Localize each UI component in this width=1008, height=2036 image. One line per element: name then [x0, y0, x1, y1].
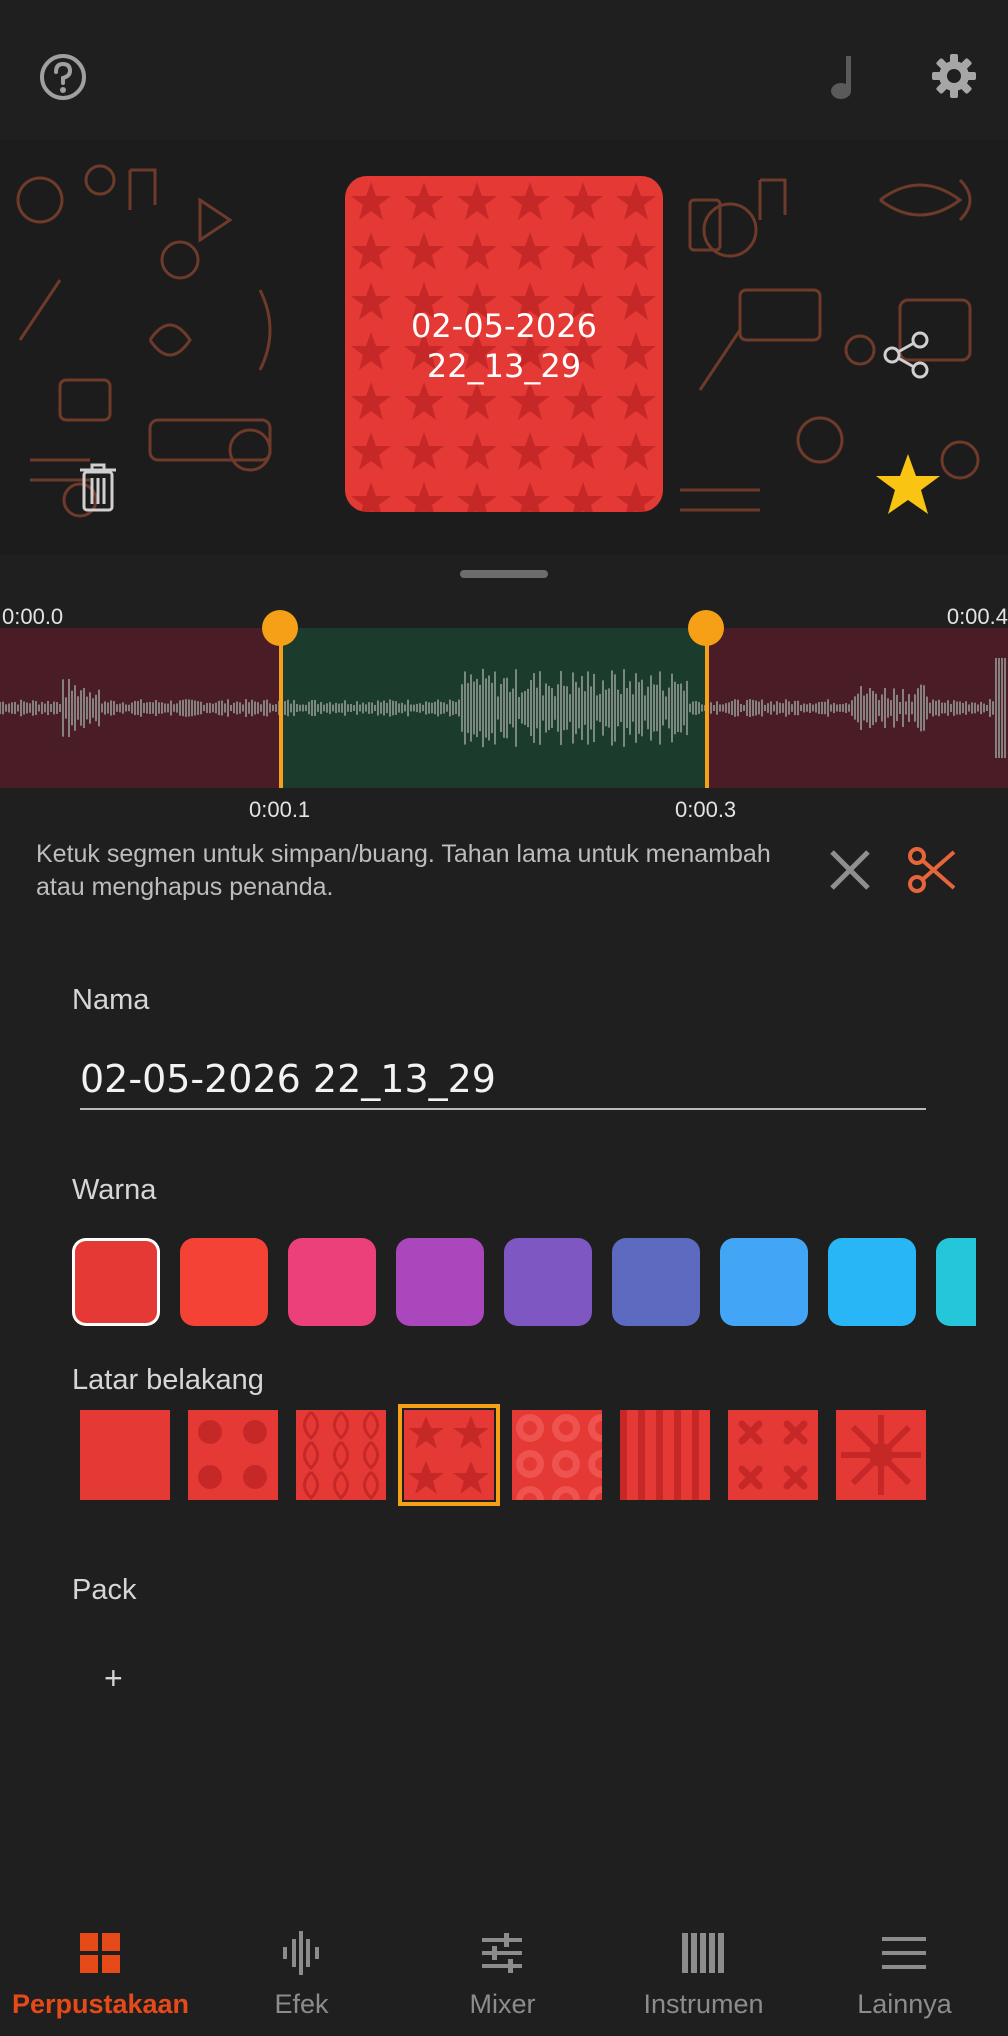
selected-pattern-outline	[398, 1404, 500, 1506]
share-icon[interactable]	[882, 330, 932, 380]
color-swatch[interactable]	[396, 1238, 484, 1326]
background-pattern-crosses[interactable]	[728, 1410, 818, 1500]
background-pattern-dots[interactable]	[188, 1410, 278, 1500]
pack-label: Pack	[72, 1574, 137, 1606]
name-label: Nama	[72, 984, 150, 1016]
marker-left-line	[279, 628, 283, 788]
background-pattern-solid[interactable]	[80, 1410, 170, 1500]
trim-scissors-icon[interactable]	[906, 844, 958, 896]
help-icon[interactable]	[38, 52, 88, 102]
sliders-icon	[482, 1933, 522, 1973]
top-bar	[0, 0, 1008, 140]
color-label: Warna	[72, 1174, 157, 1206]
color-swatch[interactable]	[504, 1238, 592, 1326]
background-pattern-tiles[interactable]	[296, 1410, 386, 1500]
close-icon[interactable]	[826, 846, 874, 894]
color-swatch[interactable]	[936, 1238, 976, 1326]
grid-icon	[80, 1933, 120, 1973]
waveform-icon	[283, 1931, 319, 1975]
music-note-icon[interactable]	[826, 52, 866, 102]
marker-right-time: 0:00.3	[675, 797, 737, 822]
nav-label-effects: Efek	[274, 1989, 329, 2019]
color-swatch[interactable]	[612, 1238, 700, 1326]
color-swatch[interactable]	[288, 1238, 376, 1326]
background-label: Latar belakang	[72, 1364, 264, 1396]
nav-label-instruments: Instrumen	[643, 1989, 764, 2019]
add-pack-button[interactable]: +	[104, 1660, 144, 1700]
name-input[interactable]	[80, 1050, 926, 1110]
background-pattern-stars[interactable]	[398, 1404, 500, 1506]
color-swatch[interactable]	[180, 1238, 268, 1326]
color-swatch[interactable]	[828, 1238, 916, 1326]
pad-preview[interactable]: 02-05-2026 22_13_29	[345, 176, 663, 512]
color-swatch[interactable]	[720, 1238, 808, 1326]
marker-right-line	[705, 628, 709, 788]
background-pattern-flower[interactable]	[836, 1410, 926, 1500]
nav-label-mixer: Mixer	[469, 1989, 536, 2019]
pad-title: 02-05-2026 22_13_29	[411, 307, 597, 385]
background-pattern-stripes[interactable]	[620, 1410, 710, 1500]
nav-item-effects[interactable]: Efek	[201, 1915, 402, 2036]
start-time-label: 0:00.0	[2, 604, 64, 629]
nav-item-instruments[interactable]: Instrumen	[603, 1915, 804, 2036]
piano-icon	[682, 1933, 724, 1973]
marker-right-handle[interactable]	[688, 610, 724, 646]
bottom-navigation: Perpustakaan Efek Mixer Instrumen Lainny…	[0, 1915, 1008, 2036]
end-time-label: 0:00.4	[946, 604, 1008, 629]
drag-handle[interactable]	[460, 570, 548, 578]
waveform-editor[interactable]: 0:00.0 0:00.4 0:00.1 0:00.3	[0, 600, 1008, 825]
settings-gear-icon[interactable]	[930, 52, 978, 100]
menu-icon	[882, 1937, 926, 1969]
color-swatch[interactable]	[72, 1238, 160, 1326]
nav-item-library[interactable]: Perpustakaan	[0, 1915, 201, 2036]
marker-left-handle[interactable]	[262, 610, 298, 646]
nav-item-mixer[interactable]: Mixer	[402, 1915, 603, 2036]
marker-left-time: 0:00.1	[249, 797, 311, 822]
nav-item-more[interactable]: Lainnya	[804, 1915, 1005, 2036]
nav-label-library: Perpustakaan	[11, 1989, 190, 2019]
waveform	[0, 658, 1006, 758]
nav-label-more: Lainnya	[857, 1989, 952, 2019]
delete-trash-icon[interactable]	[78, 462, 118, 512]
hint-text: Ketuk segmen untuk simpan/buang. Tahan l…	[36, 840, 771, 901]
favorite-star-icon[interactable]	[874, 452, 942, 518]
background-pattern-circles[interactable]	[512, 1410, 602, 1500]
